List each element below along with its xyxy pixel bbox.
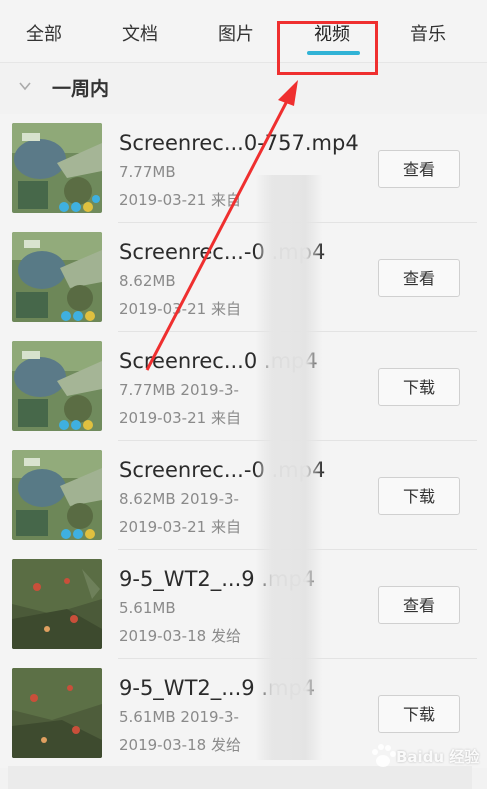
video-thumbnail: [12, 450, 102, 540]
category-tabs: 全部 文档 图片 视频 音乐: [0, 0, 487, 62]
file-date: 2019-03-21 来自: [119, 191, 241, 209]
tab-documents[interactable]: 文档: [122, 20, 158, 46]
view-button[interactable]: 查看: [378, 150, 460, 188]
list-item[interactable]: 9-5_WT2_...9 .mp4 5.61MB 2019-03-18 发给 查…: [0, 550, 487, 659]
file-size: 5.61MB 2019-3-: [119, 708, 239, 726]
file-size: 8.62MB: [119, 272, 176, 290]
video-thumbnail: [12, 559, 102, 649]
video-thumbnail: [12, 232, 102, 322]
section-title: 一周内: [52, 78, 110, 100]
list-item[interactable]: Screenrec...-0 .mp4 8.62MB 2019-3- 2019-…: [0, 441, 487, 550]
file-size: 8.62MB 2019-3-: [119, 490, 239, 508]
download-button[interactable]: 下载: [378, 477, 460, 515]
annotation-highlight-box: [277, 21, 378, 75]
file-date: 2019-03-18 发给: [119, 627, 241, 645]
tab-all[interactable]: 全部: [26, 20, 62, 46]
header-divider: [0, 62, 487, 63]
section-header-week[interactable]: 一周内: [0, 70, 487, 104]
file-size: 7.77MB: [119, 163, 176, 181]
paw-icon: [372, 744, 396, 767]
list-item[interactable]: Screenrec...-0 .mp4 8.62MB 2019-03-21 来自…: [0, 223, 487, 332]
privacy-blur: [255, 175, 323, 760]
file-date: 2019-03-21 来自: [119, 518, 241, 536]
file-size: 7.77MB 2019-3-: [119, 381, 239, 399]
video-thumbnail: [12, 123, 102, 213]
video-file-list: Screenrec...0-757.mp4 7.77MB 2019-03-21 …: [0, 114, 487, 768]
video-thumbnail: [12, 341, 102, 431]
download-button[interactable]: 下载: [378, 368, 460, 406]
chevron-down-icon: [19, 82, 31, 91]
view-button[interactable]: 查看: [378, 586, 460, 624]
file-date: 2019-03-18 发给: [119, 736, 241, 754]
tab-music[interactable]: 音乐: [410, 20, 446, 46]
list-item[interactable]: Screenrec...0-757.mp4 7.77MB 2019-03-21 …: [0, 114, 487, 223]
file-name: Screenrec...0-757.mp4: [119, 131, 359, 155]
file-date: 2019-03-21 来自: [119, 409, 241, 427]
download-button[interactable]: 下载: [378, 695, 460, 733]
file-date: 2019-03-21 来自: [119, 300, 241, 318]
tab-images[interactable]: 图片: [218, 20, 254, 46]
list-item[interactable]: Screenrec...0 .mp4 7.77MB 2019-3- 2019-0…: [0, 332, 487, 441]
watermark-text: Baidu 经验: [396, 748, 480, 766]
file-size: 5.61MB: [119, 599, 176, 617]
view-button[interactable]: 查看: [378, 259, 460, 297]
video-thumbnail: [12, 668, 102, 758]
watermark: Baidu 经验: [368, 736, 480, 776]
